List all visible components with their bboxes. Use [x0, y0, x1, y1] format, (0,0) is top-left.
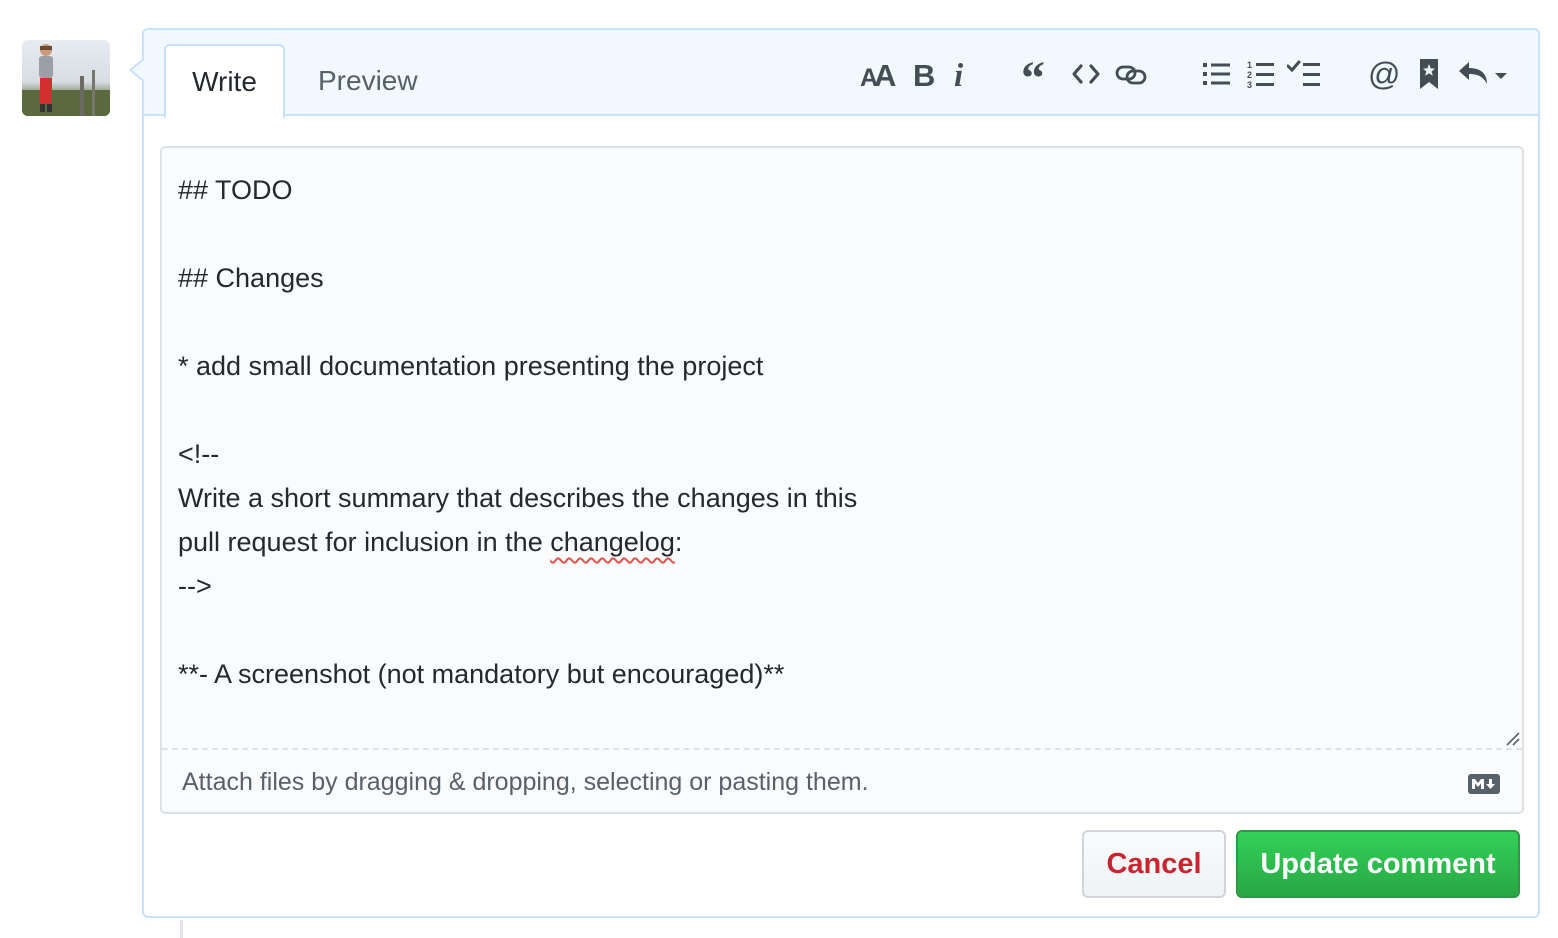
mention-icon[interactable]: @	[1366, 54, 1400, 94]
italic-icon[interactable]: i	[950, 54, 970, 94]
svg-text:B: B	[913, 59, 935, 89]
svg-text:@: @	[1368, 58, 1399, 90]
resize-grip-icon[interactable]	[1504, 730, 1520, 746]
link-icon[interactable]	[1114, 54, 1148, 94]
avatar[interactable]	[22, 40, 110, 116]
bold-icon[interactable]: B	[910, 54, 936, 94]
task-list-icon[interactable]	[1286, 54, 1322, 94]
svg-text:“: “	[1021, 60, 1045, 88]
comment-edit-form: Write Preview A A B i “ 1 2 3 @ ## TODO …	[142, 28, 1540, 918]
editor-line-text: pull request for inclusion in the	[178, 527, 551, 557]
attach-hint: Attach files by dragging & dropping, sel…	[182, 768, 869, 796]
editor-line: * add small documentation presenting the…	[178, 351, 764, 381]
editor-line: pull request for inclusion in the change…	[178, 520, 1506, 564]
reply-icon[interactable]	[1456, 54, 1512, 94]
spellcheck-word: changelog	[550, 527, 675, 557]
update-comment-button[interactable]: Update comment	[1236, 830, 1520, 898]
tab-write[interactable]: Write	[164, 44, 285, 118]
unordered-list-icon[interactable]	[1202, 54, 1232, 94]
ordered-list-icon[interactable]: 1 2 3	[1246, 54, 1276, 94]
editor-line-text: :	[674, 527, 683, 557]
timeline-line	[180, 920, 183, 938]
editor-line: -->	[178, 571, 212, 601]
editor-line: Write a short summary that describes the…	[178, 483, 858, 513]
svg-text:3: 3	[1247, 80, 1252, 89]
svg-text:i: i	[954, 59, 964, 89]
editor-line: **- A screenshot (not mandatory but enco…	[178, 659, 785, 689]
comment-editor: ## TODO ## Changes * add small documentati…	[160, 146, 1524, 814]
comment-textarea[interactable]: ## TODO ## Changes * add small documentati…	[162, 148, 1522, 748]
comment-caret-fill	[132, 60, 144, 80]
tab-preview[interactable]: Preview	[292, 44, 444, 118]
cancel-button[interactable]: Cancel	[1082, 830, 1226, 898]
editor-line: ## Changes	[178, 263, 324, 293]
markdown-icon[interactable]	[1468, 774, 1500, 794]
code-icon[interactable]	[1070, 54, 1102, 94]
quote-icon[interactable]: “	[1020, 54, 1052, 94]
svg-text:2: 2	[1247, 70, 1252, 80]
bookmark-icon[interactable]	[1416, 54, 1442, 94]
editor-header: Write Preview A A B i “ 1 2 3 @	[144, 30, 1538, 118]
editor-line: ## TODO	[178, 175, 293, 205]
svg-text:1: 1	[1247, 60, 1252, 70]
header-text-icon[interactable]: A A	[858, 54, 898, 94]
editor-line: <!--	[178, 439, 220, 469]
svg-text:A: A	[874, 59, 896, 89]
file-attach-zone[interactable]: Attach files by dragging & dropping, sel…	[162, 748, 1522, 812]
